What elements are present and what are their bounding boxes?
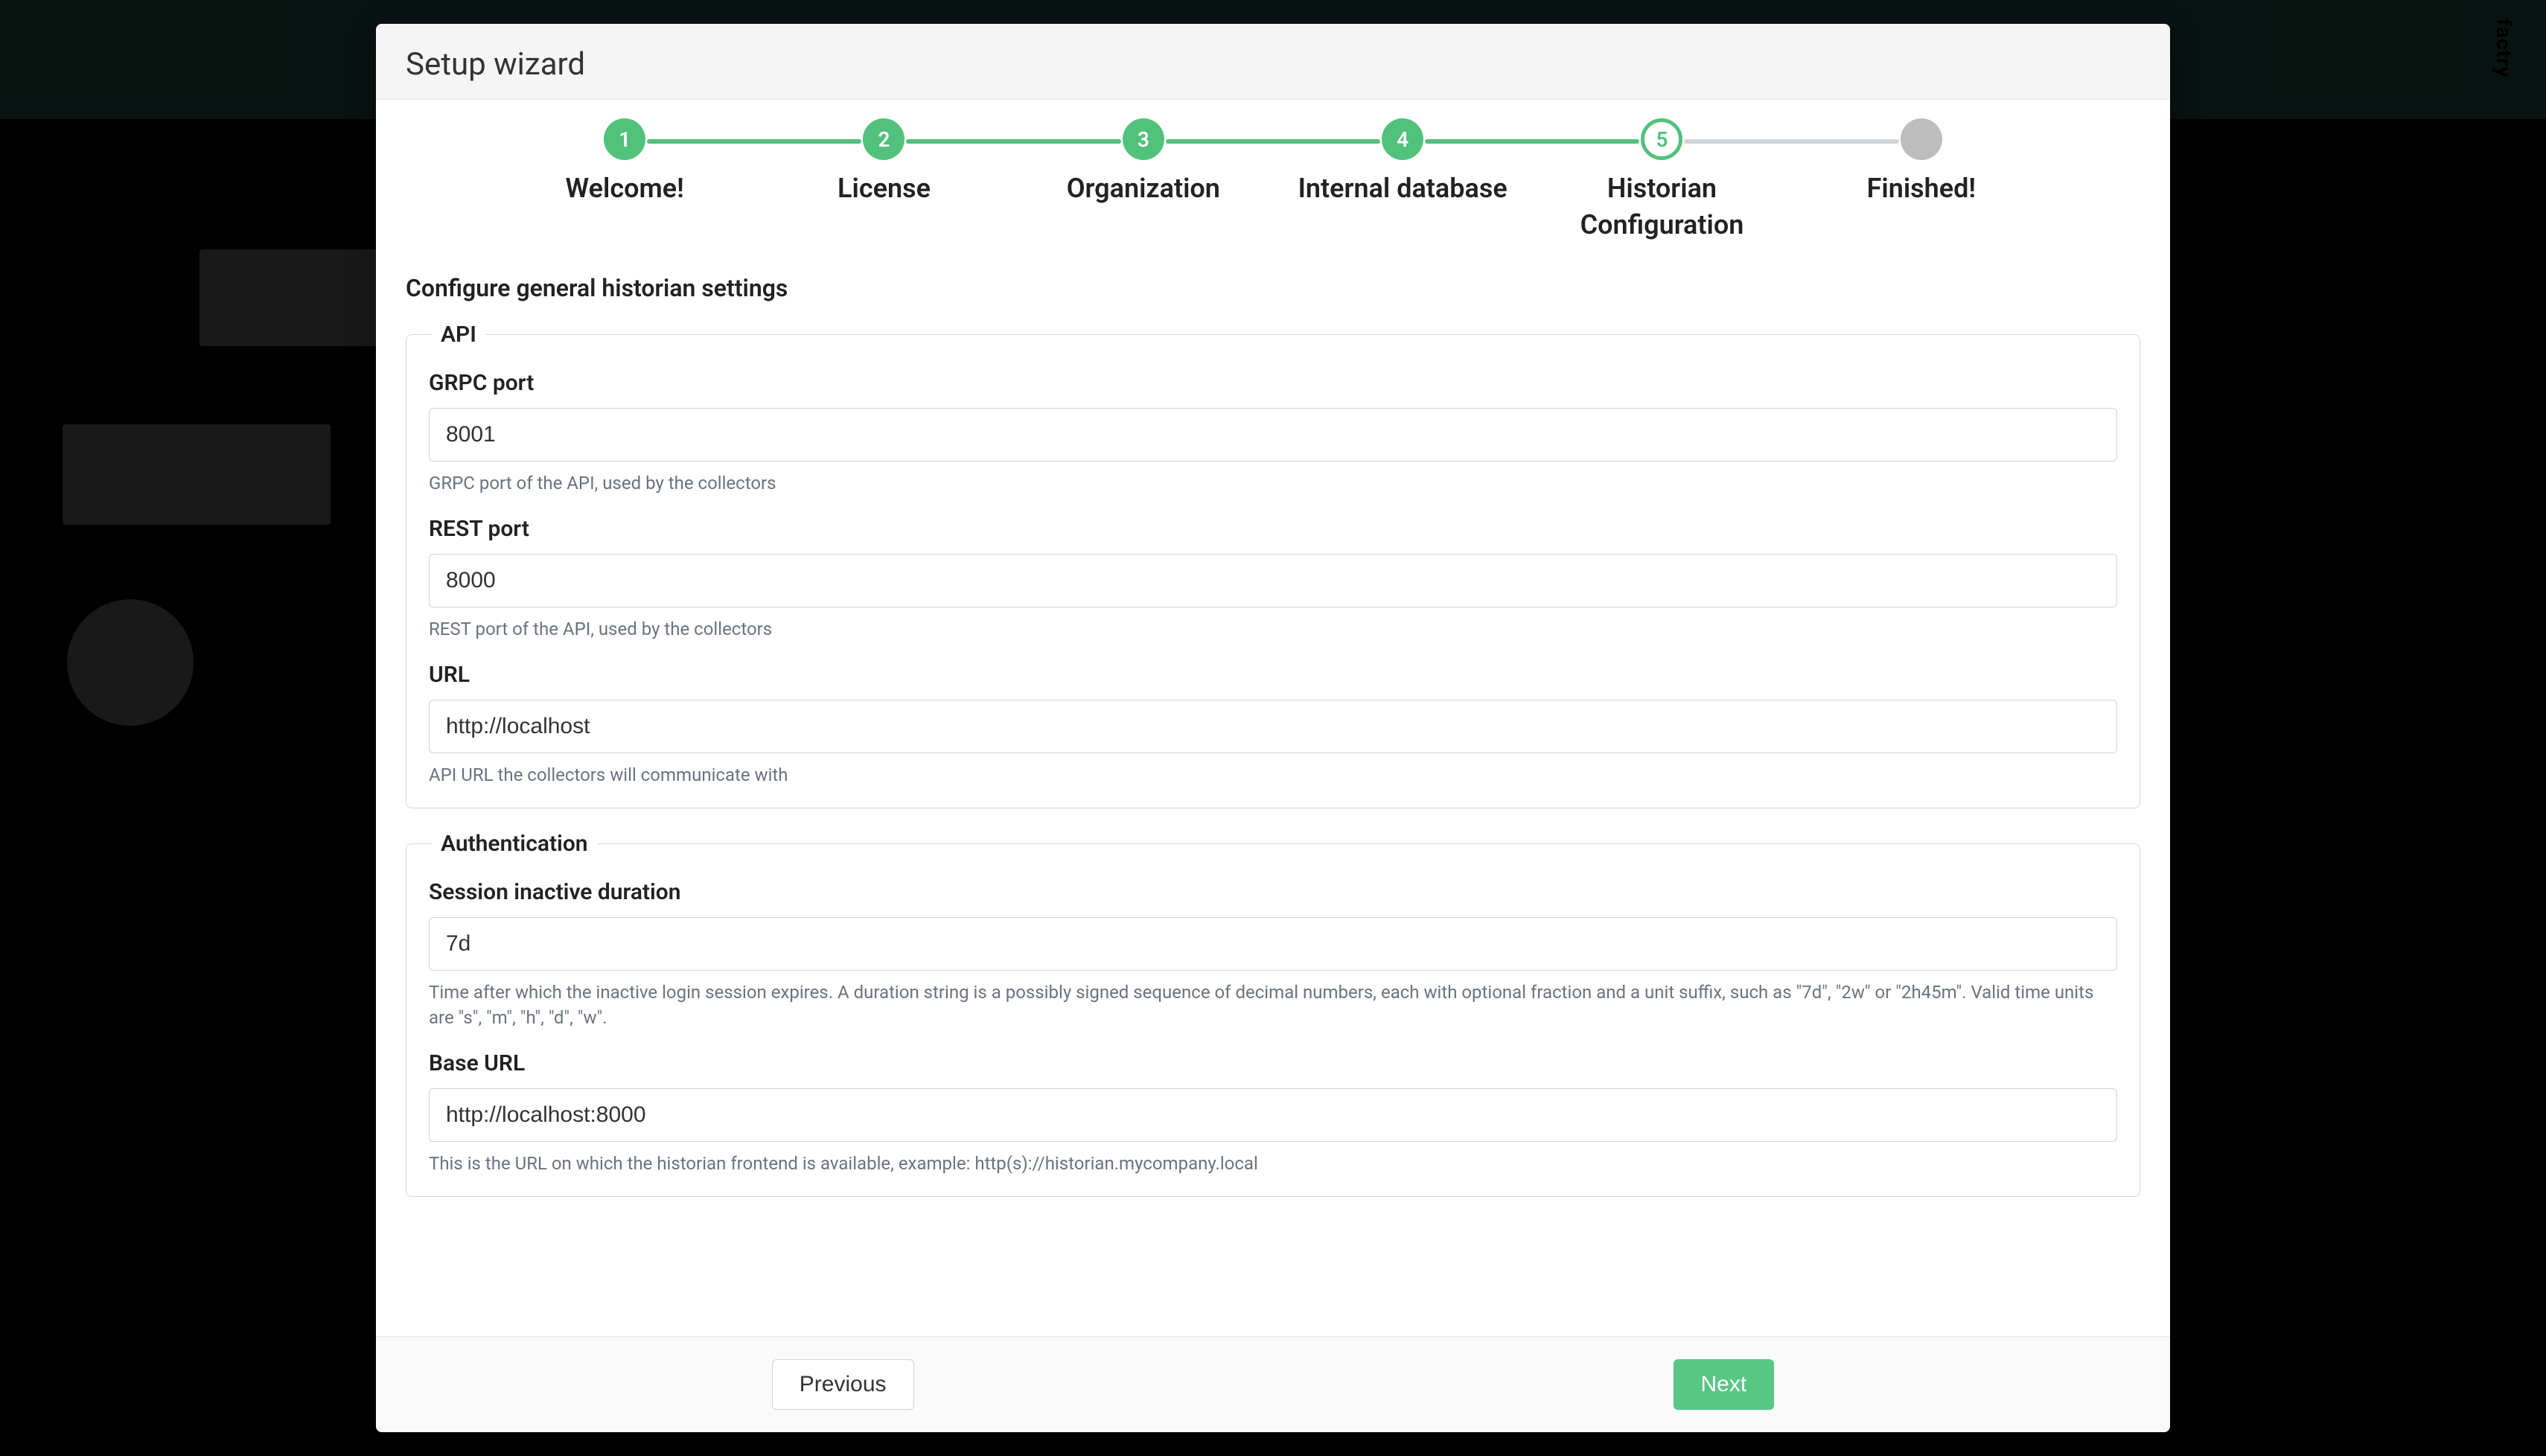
setup-wizard-modal: Setup wizard 1 Welcome! 2 License 3 Orga… [376, 24, 2170, 1432]
modal-header: Setup wizard [376, 24, 2170, 100]
next-button[interactable]: Next [1674, 1359, 1775, 1410]
fieldset-legend: API [432, 322, 485, 348]
step-label: Internal database [1298, 170, 1508, 207]
field-rest-port: REST port REST port of the API, used by … [429, 516, 2117, 642]
fieldset-authentication: Authentication Session inactive duration… [406, 831, 2140, 1197]
step-license: 2 License [754, 118, 1013, 207]
step-label: Finished! [1867, 170, 1976, 207]
url-input[interactable] [429, 700, 2117, 753]
rest-port-help: REST port of the API, used by the collec… [429, 616, 2117, 642]
session-inactive-label: Session inactive duration [429, 879, 2117, 905]
step-label: Organization [1067, 170, 1220, 207]
fieldset-api: API GRPC port GRPC port of the API, used… [406, 322, 2140, 808]
step-welcome: 1 Welcome! [495, 118, 754, 207]
url-help: API URL the collectors will communicate … [429, 762, 2117, 788]
previous-button[interactable]: Previous [772, 1359, 914, 1410]
rest-port-label: REST port [429, 516, 2117, 542]
step-label: Welcome! [566, 170, 684, 207]
wizard-stepper: 1 Welcome! 2 License 3 Organization 4 In… [406, 100, 2140, 258]
base-url-label: Base URL [429, 1050, 2117, 1076]
session-inactive-input[interactable] [429, 917, 2117, 971]
field-grpc-port: GRPC port GRPC port of the API, used by … [429, 370, 2117, 496]
step-historian-configuration: 5 HistorianConfiguration [1532, 118, 1791, 243]
modal-footer: Previous Next [376, 1336, 2170, 1432]
modal-body[interactable]: 1 Welcome! 2 License 3 Organization 4 In… [376, 100, 2170, 1336]
step-number: 5 [1641, 118, 1682, 160]
section-subtitle: Configure general historian settings [406, 258, 2140, 322]
field-url: URL API URL the collectors will communic… [429, 662, 2117, 788]
step-number: 2 [863, 118, 904, 160]
grpc-port-input[interactable] [429, 408, 2117, 462]
modal-title: Setup wizard [406, 46, 2140, 83]
step-internal-database: 4 Internal database [1273, 118, 1532, 207]
step-organization: 3 Organization [1014, 118, 1273, 207]
fieldset-legend: Authentication [432, 831, 597, 857]
step-finished: Finished! [1792, 118, 2051, 207]
step-number: 1 [604, 118, 645, 160]
base-url-help: This is the URL on which the historian f… [429, 1151, 2117, 1177]
session-inactive-help: Time after which the inactive login sess… [429, 980, 2117, 1032]
step-label: License [838, 170, 931, 207]
step-number: 3 [1123, 118, 1164, 160]
field-session-inactive-duration: Session inactive duration Time after whi… [429, 879, 2117, 1032]
base-url-input[interactable] [429, 1088, 2117, 1142]
grpc-port-label: GRPC port [429, 370, 2117, 396]
step-number: 4 [1382, 118, 1423, 160]
grpc-port-help: GRPC port of the API, used by the collec… [429, 470, 2117, 496]
step-label: HistorianConfiguration [1580, 170, 1744, 243]
rest-port-input[interactable] [429, 554, 2117, 607]
step-number [1901, 118, 1942, 160]
field-base-url: Base URL This is the URL on which the hi… [429, 1050, 2117, 1177]
url-label: URL [429, 662, 2117, 688]
